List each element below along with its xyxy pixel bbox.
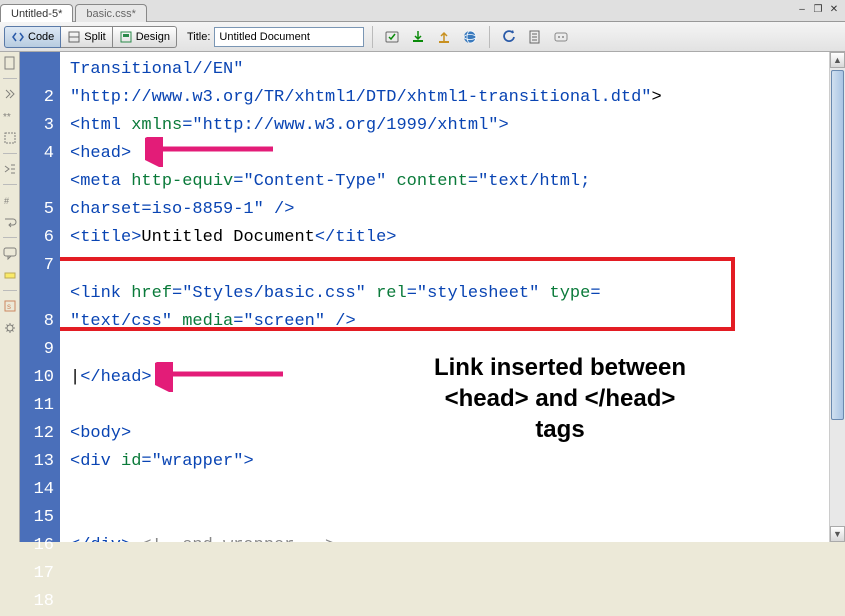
line-number: 3 [20,112,54,140]
line-number: 14 [20,476,54,504]
line-number: 15 [20,504,54,532]
code-line[interactable]: "text/css" media="screen" /> [70,308,825,336]
rail-separator [3,153,17,154]
line-number: 18 [20,588,54,616]
line-number: 16 [20,532,54,560]
window-controls: – ❐ ✕ [795,2,841,16]
tab-label: Untitled-5* [11,8,62,20]
collapse-icon[interactable]: ** [3,109,17,123]
code-icon [11,30,25,44]
code-line[interactable] [70,252,825,280]
line-number: 12 [20,420,54,448]
line-number: 11 [20,392,54,420]
code-line[interactable]: <html xmlns="http://www.w3.org/1999/xhtm… [70,112,825,140]
line-number: 13 [20,448,54,476]
code-line[interactable]: <div id="wrapper"> [70,448,825,476]
validate-button[interactable] [407,26,429,48]
code-line[interactable] [70,504,825,532]
scroll-down-arrow[interactable]: ▼ [830,526,845,542]
code-line[interactable]: <meta http-equiv="Content-Type" content=… [70,168,825,196]
upload-button[interactable] [433,26,455,48]
check-browser-button[interactable] [381,26,403,48]
code-line[interactable] [70,336,825,364]
code-view-button[interactable]: Code [4,26,61,48]
options-button[interactable] [550,26,572,48]
tag-icon[interactable]: # [3,193,17,207]
rail-separator [3,290,17,291]
line-number: 8 [20,308,54,336]
vertical-scrollbar[interactable]: ▲ ▼ [829,52,845,542]
svg-text:#: # [4,196,9,206]
line-number [20,168,54,196]
tab-untitled[interactable]: Untitled-5* [0,4,73,22]
tab-label: basic.css* [86,8,136,20]
split-icon [67,30,81,44]
line-number [20,280,54,308]
design-icon [119,30,133,44]
code-line[interactable]: |</head> [70,364,825,392]
line-number: 4 [20,140,54,168]
select-icon[interactable] [3,131,17,145]
line-number: 9 [20,336,54,364]
line-number: 17 [20,560,54,588]
line-number: 10 [20,364,54,392]
scroll-thumb[interactable] [831,70,844,420]
split-view-label: Split [84,31,105,43]
expand-icon[interactable] [3,87,17,101]
design-view-label: Design [136,31,170,43]
code-line[interactable]: <link href="Styles/basic.css" rel="style… [70,280,825,308]
code-line[interactable] [70,392,825,420]
line-number: 2 [20,84,54,112]
code-line[interactable]: charset=iso-8859-1" /> [70,196,825,224]
tab-basic-css[interactable]: basic.css* [75,4,147,22]
document-button[interactable] [524,26,546,48]
code-line[interactable]: <body> [70,420,825,448]
indent-icon[interactable] [3,162,17,176]
code-line[interactable]: Transitional//EN" [70,56,825,84]
wrap-icon[interactable] [3,215,17,229]
gear-icon[interactable] [3,321,17,335]
code-view-label: Code [28,31,54,43]
rail-separator [3,184,17,185]
rail-separator [3,237,17,238]
split-view-button[interactable]: Split [61,26,112,48]
toolbar-separator [489,26,490,48]
view-toolbar: Code Split Design Title: [0,22,845,52]
line-number: 6 [20,224,54,252]
scroll-up-arrow[interactable]: ▲ [830,52,845,68]
title-label: Title: [187,31,210,43]
code-editor[interactable]: 23456789101112131415161718 Transitional/… [20,52,845,542]
line-number [20,56,54,84]
highlight-icon[interactable] [3,268,17,282]
line-number: 5 [20,196,54,224]
rail-separator [3,78,17,79]
snippet-icon[interactable]: s [3,299,17,313]
comment-icon[interactable] [3,246,17,260]
refresh-button[interactable] [498,26,520,48]
vertical-toolbar: ** # s [0,52,20,542]
preview-globe-button[interactable] [459,26,481,48]
close-button[interactable]: ✕ [827,2,841,16]
line-gutter: 23456789101112131415161718 [20,52,60,542]
svg-text:**: ** [3,112,11,123]
code-line[interactable]: "http://www.w3.org/TR/xhtml1/DTD/xhtml1-… [70,84,825,112]
code-line[interactable]: </div> <!--end wrapper --> [70,532,825,542]
code-line[interactable] [70,476,825,504]
editor-area: ** # s 23456789101112131415161718 Transi… [0,52,845,542]
design-view-button[interactable]: Design [113,26,177,48]
view-mode-group: Code Split Design [4,26,177,48]
restore-button[interactable]: ❐ [811,2,825,16]
code-content[interactable]: Transitional//EN""http://www.w3.org/TR/x… [60,52,829,542]
document-icon[interactable] [3,56,17,70]
code-line[interactable]: <head> [70,140,825,168]
minimize-button[interactable]: – [795,2,809,16]
tab-bar: Untitled-5* basic.css* – ❐ ✕ [0,0,845,22]
title-input[interactable] [214,27,364,47]
svg-text:s: s [7,302,11,311]
code-line[interactable]: <title>Untitled Document</title> [70,224,825,252]
line-number: 7 [20,252,54,280]
toolbar-separator [372,26,373,48]
